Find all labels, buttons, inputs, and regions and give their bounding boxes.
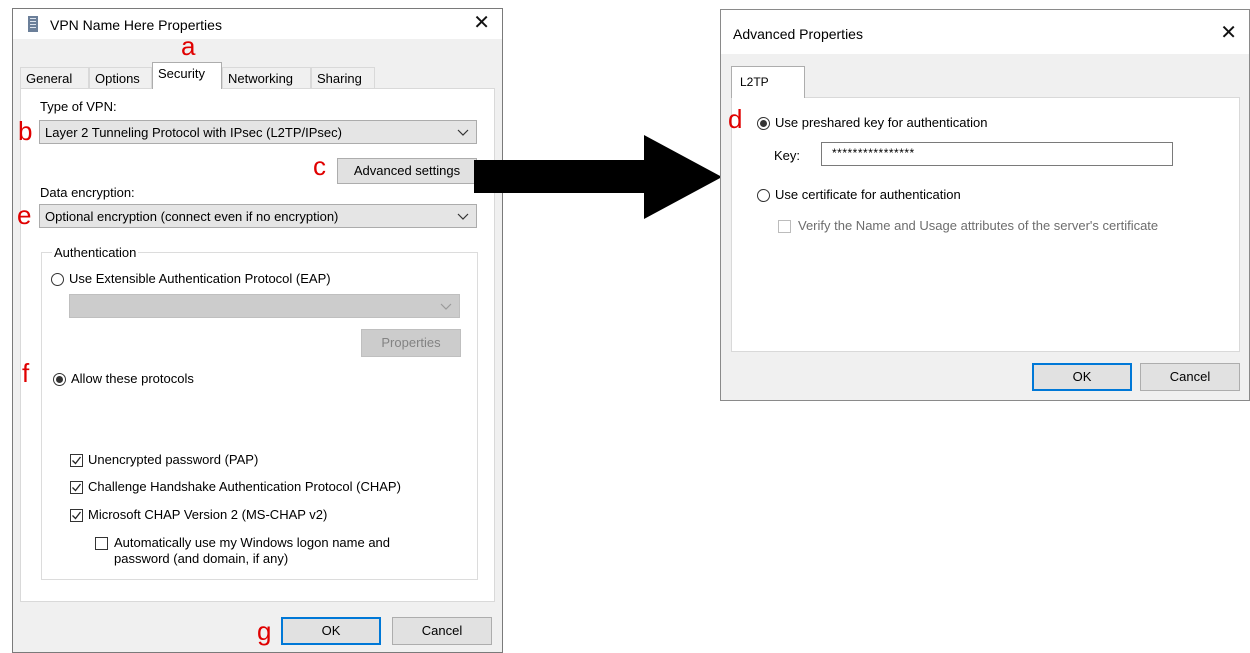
mschapv2-checkbox[interactable] (70, 509, 83, 522)
checkmark-icon (72, 456, 82, 465)
auto-logon-label-line1: Automatically use my Windows logon name … (114, 535, 391, 550)
chap-label: Challenge Handshake Authentication Proto… (88, 479, 401, 494)
auto-logon-label-line2: password (and domain, if any) (114, 551, 289, 566)
tab-options-label: Options (95, 71, 140, 86)
cancel-label: Cancel (1169, 369, 1211, 384)
title-bar: Advanced Properties ✕ (721, 10, 1249, 54)
l2tp-panel: Use preshared key for authentication Key… (731, 97, 1240, 352)
pap-checkbox[interactable] (70, 454, 83, 467)
annotation-b: b (18, 116, 33, 146)
advanced-properties-dialog: Advanced Properties ✕ L2TP Use preshared… (720, 9, 1250, 401)
type-of-vpn-value: Layer 2 Tunneling Protocol with IPsec (L… (45, 125, 342, 140)
eap-properties-label: Properties (381, 335, 441, 350)
auto-logon-checkbox[interactable] (95, 537, 108, 550)
preshared-key-label: Use preshared key for authentication (775, 115, 988, 130)
data-encryption-value: Optional encryption (connect even if no … (45, 209, 339, 224)
tab-l2tp-label: L2TP (740, 75, 769, 89)
type-of-vpn-label: Type of VPN: (40, 99, 117, 114)
cancel-button[interactable]: Cancel (392, 617, 492, 645)
close-icon[interactable]: ✕ (1220, 22, 1237, 44)
cancel-label: Cancel (421, 623, 463, 638)
tab-networking-label: Networking (228, 71, 294, 86)
tab-security[interactable]: Security (152, 62, 222, 89)
advanced-settings-button[interactable]: Advanced settings (337, 158, 477, 184)
tab-sharing[interactable]: Sharing (311, 67, 375, 89)
advanced-settings-label: Advanced settings (353, 163, 461, 178)
annotation-f: f (22, 358, 30, 388)
chap-checkbox[interactable] (70, 481, 83, 494)
verify-cert-label: Verify the Name and Usage attributes of … (798, 218, 1159, 233)
tab-l2tp[interactable]: L2TP (731, 66, 805, 98)
certificate-label: Use certificate for authentication (775, 187, 961, 202)
tab-sharing-label: Sharing (317, 71, 362, 86)
dialog-title: Advanced Properties (733, 26, 863, 42)
network-connection-icon (27, 16, 39, 35)
tab-security-label: Security (158, 66, 205, 81)
preshared-key-value: **************** (832, 146, 915, 160)
vpn-properties-dialog: VPN Name Here Properties ✕ General Optio… (12, 8, 503, 653)
tab-networking[interactable]: Networking (222, 67, 311, 89)
checkmark-icon (72, 511, 82, 520)
allow-protocols-radio[interactable] (53, 373, 66, 386)
data-encryption-dropdown[interactable]: Optional encryption (connect even if no … (39, 204, 477, 228)
right-arrow-icon (474, 135, 722, 219)
tab-general[interactable]: General (20, 67, 89, 89)
chevron-down-icon (457, 129, 469, 136)
security-panel: Type of VPN: Layer 2 Tunneling Protocol … (20, 88, 495, 602)
dialog-title: VPN Name Here Properties (50, 17, 222, 33)
allow-protocols-label: Allow these protocols (71, 371, 194, 386)
key-label: Key: (774, 148, 801, 163)
mschapv2-label: Microsoft CHAP Version 2 (MS-CHAP v2) (88, 507, 328, 522)
certificate-radio[interactable] (757, 189, 770, 202)
verify-cert-checkbox[interactable] (778, 220, 791, 233)
ok-button[interactable]: OK (1032, 363, 1132, 391)
ok-button[interactable]: OK (281, 617, 381, 645)
close-icon[interactable]: ✕ (473, 12, 490, 34)
preshared-key-radio[interactable] (757, 117, 770, 130)
chevron-down-icon (457, 213, 469, 220)
eap-properties-button[interactable]: Properties (361, 329, 461, 357)
tab-general-label: General (26, 71, 73, 86)
annotation-d: d (728, 104, 743, 134)
annotation-c: c (313, 151, 326, 181)
checkmark-icon (72, 483, 82, 492)
title-bar: VPN Name Here Properties ✕ (13, 9, 502, 39)
ok-label: OK (321, 623, 341, 638)
annotation-g: g (257, 616, 272, 646)
annotation-e: e (17, 200, 32, 230)
annotation-a: a (181, 31, 196, 61)
preshared-key-input[interactable]: **************** (821, 142, 1173, 166)
cancel-button[interactable]: Cancel (1140, 363, 1240, 391)
eap-radio-label: Use Extensible Authentication Protocol (… (69, 271, 331, 286)
authentication-group-label: Authentication (52, 245, 139, 260)
eap-dropdown[interactable] (69, 294, 460, 318)
ok-label: OK (1072, 369, 1092, 384)
data-encryption-label: Data encryption: (40, 185, 135, 200)
type-of-vpn-dropdown[interactable]: Layer 2 Tunneling Protocol with IPsec (L… (39, 120, 477, 144)
eap-radio[interactable] (51, 273, 64, 286)
tab-options[interactable]: Options (89, 67, 152, 89)
pap-label: Unencrypted password (PAP) (88, 452, 259, 467)
chevron-down-icon (440, 303, 452, 310)
